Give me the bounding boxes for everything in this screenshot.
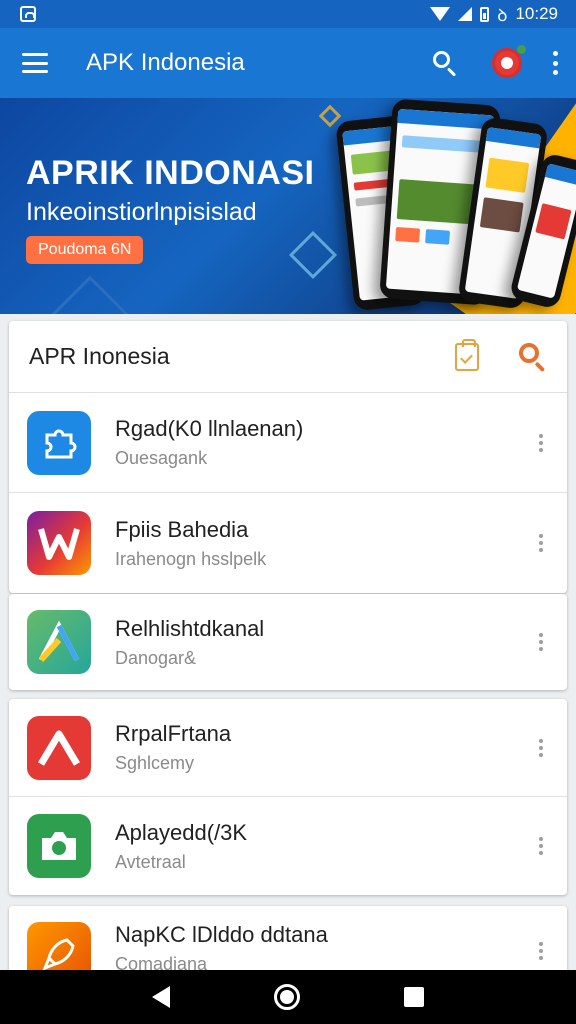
app-title: APK Indonesia [86,49,245,76]
wifi-icon [430,7,451,21]
search-icon[interactable] [432,50,458,77]
more-options-icon[interactable] [539,837,545,855]
rocket-icon [27,922,91,970]
back-icon[interactable] [152,986,170,1008]
more-options-icon[interactable] [552,51,558,75]
recents-icon[interactable] [404,987,424,1007]
list-item[interactable]: NapKC lDlddo ddtana Comadiana [9,906,567,970]
banner-title: APRIK INDONASI [26,154,315,192]
lock-icon [20,6,36,22]
battery-prefix: ꝺ [497,5,508,25]
card-title: APR Inonesia [29,343,170,369]
status-bar: ꝺ 10:29 [0,0,576,28]
banner-diamond-decoration [47,275,133,314]
app-list-card: NapKC lDlddo ddtana Comadiana [9,906,567,970]
app-title: Rgad(K0 llnlaenan) [115,416,304,441]
more-options-icon[interactable] [539,633,545,651]
status-time: 10:29 [515,4,558,23]
list-item[interactable]: Fpiis Bahedia Irahenogn hsslpelk [9,493,567,593]
banner-button[interactable]: Poudoma 6N [26,236,144,264]
search-icon[interactable] [519,342,547,372]
app-list-card: APR Inonesia Rgad(K0 llnlaenan) Ouesagan… [9,321,567,593]
app-list-card: RrpalFrtana Sghlcemy Aplayedd(/3K Avtetr… [9,699,567,895]
app-title: NapKC lDlddo ddtana [115,922,328,947]
triangle-play-icon [27,610,91,674]
app-subtitle: Danogar& [115,647,197,668]
app-title: RrpalFrtana [115,721,232,746]
app-list-card: Relhlishtdkanal Danogar& [9,594,567,690]
app-title: Fpiis Bahedia [115,516,249,542]
signal-icon [458,7,473,21]
more-options-icon[interactable] [539,433,545,452]
w-letter-icon [27,511,91,575]
app-title: Aplayedd(/3K [115,819,248,845]
more-options-icon[interactable] [539,534,545,552]
puzzle-icon [27,410,91,475]
home-icon[interactable] [274,984,300,1010]
a-letter-icon [27,715,91,780]
banner-diamond-decoration [288,230,338,280]
list-item[interactable]: Aplayedd(/3K Avtetraal [9,797,567,895]
app-subtitle: Avtetraal [115,851,186,872]
system-nav-bar [0,970,576,1024]
camera-icon [27,814,91,878]
clipboard-check-icon[interactable] [455,338,479,371]
app-subtitle: Comadiana [115,954,208,970]
promo-banner[interactable]: APRIK INDONASI Inkeoinstiorlnpisislad Po… [0,98,576,314]
list-item[interactable]: Rgad(K0 llnlaenan) Ouesagank [9,393,567,493]
app-title: Relhlishtdkanal [115,615,265,641]
app-subtitle: Ouesagank [115,448,208,468]
app-subtitle: Sghlcemy [115,753,195,773]
menu-icon[interactable] [22,53,48,73]
more-options-icon[interactable] [539,942,545,960]
card-header: APR Inonesia [9,321,567,393]
app-bar: APK Indonesia [0,28,576,98]
list-item[interactable]: RrpalFrtana Sghlcemy [9,699,567,797]
app-subtitle: Irahenogn hsslpelk [115,548,267,569]
more-options-icon[interactable] [539,738,545,757]
banner-diamond-decoration [318,104,342,128]
notification-badge-icon[interactable] [492,45,526,78]
status-indicators: ꝺ 10:29 [430,3,558,26]
battery-icon [480,6,490,22]
list-item[interactable]: Relhlishtdkanal Danogar& [9,594,567,690]
banner-subtitle: Inkeoinstiorlnpisislad [26,198,257,226]
